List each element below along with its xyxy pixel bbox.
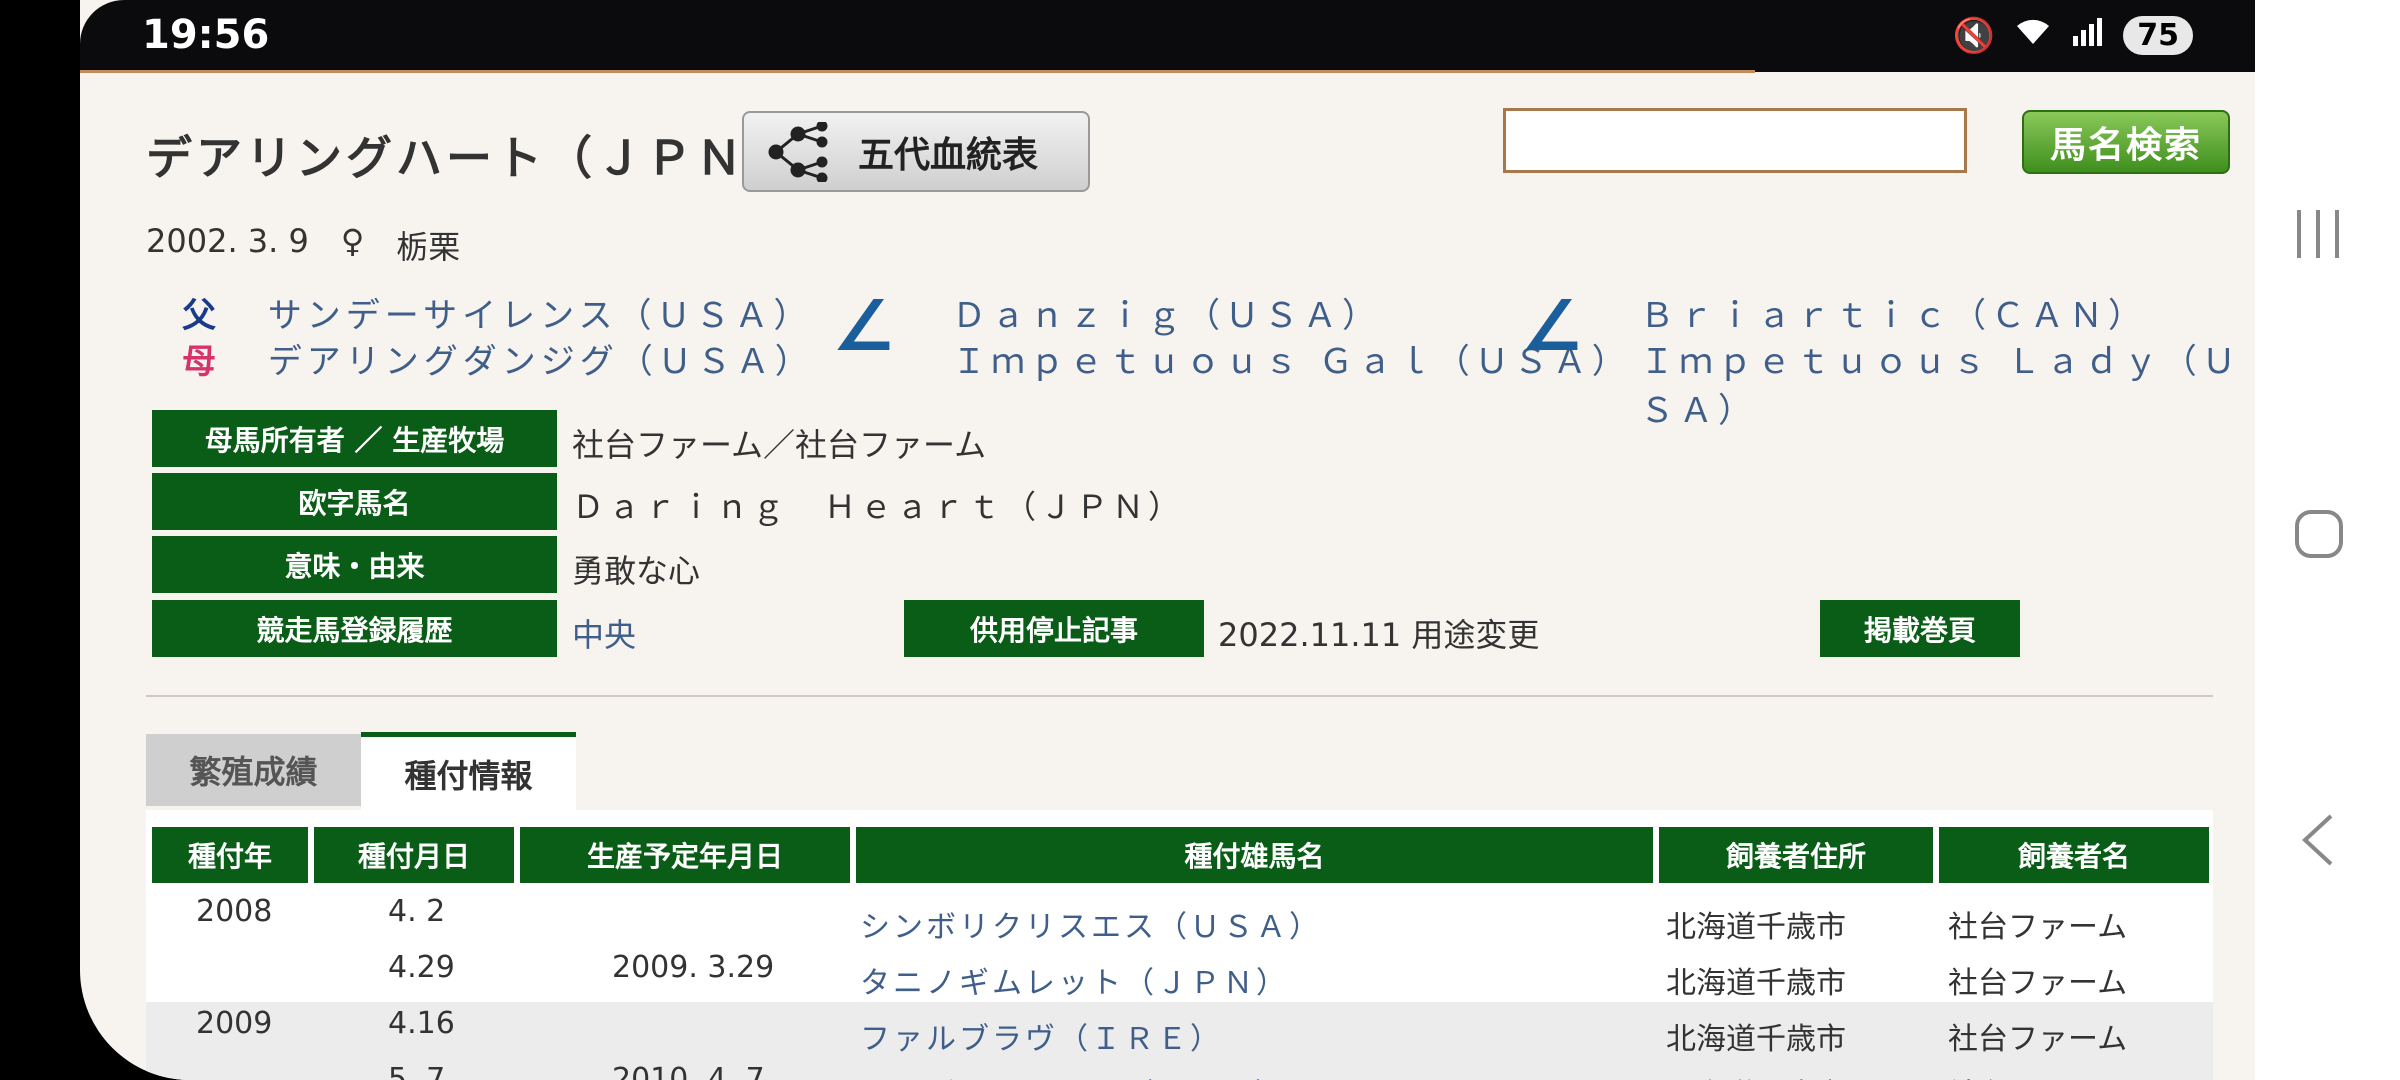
cell-stallion-link[interactable]: キングカメハメハ（ＪＰＮ）	[860, 1070, 1288, 1080]
coat-color: 栃栗	[396, 228, 461, 266]
birth-date: 2002. 3. 9	[146, 222, 309, 260]
battery-icon: 75	[2123, 16, 2193, 55]
cell-year: 2009	[196, 1006, 273, 1041]
column-header-address: 飼養者住所	[1659, 827, 1933, 883]
system-navigation-bar	[2255, 0, 2400, 1080]
roman-name-label: 欧字馬名	[152, 473, 557, 530]
cell-year: 2008	[196, 894, 273, 929]
dam-label: 母	[182, 342, 221, 382]
status-bar: 19:56 🔇 75	[80, 0, 2255, 72]
cell-owner: 社台ファーム	[1948, 910, 2128, 945]
pedigree-bracket-icon: ∠	[1520, 285, 1583, 367]
cell-owner: 社台ファーム	[1948, 966, 2128, 1001]
status-time: 19:56	[142, 12, 270, 58]
cell-address: 北海道千歳市	[1666, 1070, 1846, 1080]
sex-symbol: ♀	[340, 222, 365, 260]
roman-name-value: Ｄａｒｉｎｇ Ｈｅａｒｔ（ＪＰＮ）	[572, 488, 1185, 526]
page-reference-label: 掲載巻頁	[1820, 600, 2020, 657]
cell-stallion-link[interactable]: シンボリクリスエス（ＵＳＡ）	[860, 902, 1322, 946]
cell-date: 4.16	[388, 1006, 455, 1041]
cell-date: 5. 7	[388, 1062, 446, 1080]
column-header-owner: 飼養者名	[1939, 827, 2209, 883]
dam-link[interactable]: デアリングダンジグ（ＵＳＡ）	[268, 342, 814, 382]
dam-sire-link[interactable]: Ｄａｎｚｉｇ（ＵＳＡ）	[952, 288, 1381, 337]
cell-address: 北海道千歳市	[1666, 1022, 1846, 1057]
recent-apps-icon[interactable]	[2293, 208, 2343, 260]
wifi-icon	[2013, 14, 2053, 57]
race-registration-link[interactable]: 中央	[572, 610, 636, 656]
signal-icon	[2071, 14, 2105, 57]
retirement-label: 供用停止記事	[904, 600, 1204, 657]
column-header-date: 種付月日	[314, 827, 514, 883]
status-icons: 🔇 75	[1953, 14, 2193, 57]
owner-label: 母馬所有者 ／ 生産牧場	[152, 410, 557, 467]
page-load-progress	[80, 70, 1755, 73]
pedigree-bracket-icon: ∠	[832, 285, 895, 367]
table-row: 2009 4.16 ファルブラヴ（ＩＲＥ） 北海道千歳市 社台ファーム	[146, 1002, 2213, 1058]
mating-table: 種付年 種付月日 生産予定年月日 種付雄馬名 飼養者住所 飼養者名 2008 4…	[146, 810, 2213, 1080]
owner-value: 社台ファーム／社台ファーム	[572, 426, 987, 464]
mute-icon: 🔇	[1952, 15, 1996, 56]
birth-info: 2002. 3. 9 ♀ 栃栗	[146, 222, 460, 268]
pedigree-tree-icon	[768, 121, 828, 182]
retirement-value: 2022.11.11 用途変更	[1218, 616, 1540, 654]
column-header-year: 種付年	[152, 827, 308, 883]
cell-address: 北海道千歳市	[1666, 966, 1846, 1001]
table-row: 4.29 2009. 3.29 タニノギムレット（ＪＰＮ） 北海道千歳市 社台フ…	[146, 946, 2213, 1002]
five-generation-pedigree-button[interactable]: 五代血統表	[742, 111, 1090, 192]
cell-address: 北海道千歳市	[1666, 910, 1846, 945]
horse-name-search-input[interactable]	[1503, 108, 1967, 173]
sire-row: 父 サンデーサイレンス（ＵＳＡ）	[182, 288, 812, 337]
race-registration-label: 競走馬登録履歴	[152, 600, 557, 657]
sire-link[interactable]: サンデーサイレンス（ＵＳＡ）	[268, 296, 813, 336]
table-row: 5. 7 2010. 4. 7 キングカメハメハ（ＪＰＮ） 北海道千歳市 社台フ…	[146, 1058, 2213, 1080]
meaning-label: 意味・由来	[152, 536, 557, 593]
tab-mating-info[interactable]: 種付情報	[361, 732, 576, 810]
cell-owner: 社台ファーム	[1948, 1022, 2128, 1057]
cell-stallion-link[interactable]: タニノギムレット（ＪＰＮ）	[860, 958, 1289, 1002]
tab-breeding-results[interactable]: 繁殖成績	[146, 734, 361, 806]
column-header-due-date: 生産予定年月日	[520, 827, 850, 883]
cell-date: 4. 2	[388, 894, 446, 929]
dam-dam-dam-link[interactable]: Ｉｍｐｅｔｕｏｕｓ Ｌａｄｙ（ＵＳＡ）	[1640, 334, 2255, 432]
pedigree-button-label: 五代血統表	[858, 134, 1039, 176]
section-divider	[146, 695, 2213, 697]
cell-date: 4.29	[388, 950, 455, 985]
table-row: 2008 4. 2 シンボリクリスエス（ＵＳＡ） 北海道千歳市 社台ファーム	[146, 890, 2213, 946]
cell-due-date: 2009. 3.29	[612, 950, 775, 985]
cell-due-date: 2010. 4. 7	[612, 1062, 765, 1080]
column-header-stallion: 種付雄馬名	[856, 827, 1653, 883]
dam-row: 母 デアリングダンジグ（ＵＳＡ）	[182, 334, 814, 383]
page-title: デアリングハート（ＪＰＮ）	[146, 131, 796, 185]
sire-label: 父	[182, 296, 221, 336]
horse-name-search-button[interactable]: 馬名検索	[2022, 110, 2230, 174]
home-icon[interactable]	[2293, 508, 2345, 560]
cell-stallion-link[interactable]: ファルブラヴ（ＩＲＥ）	[860, 1014, 1223, 1058]
meaning-value: 勇敢な心	[572, 552, 701, 590]
browser-screen: 19:56 🔇 75 デアリングハート（ＪＰＮ） 五代血統表 馬名検索 2002…	[80, 0, 2255, 1080]
dam-dam-sire-link[interactable]: Ｂｒｉａｒｔｉｃ（ＣＡＮ）	[1640, 288, 2147, 337]
back-icon[interactable]	[2297, 812, 2337, 868]
cell-owner: 社台ファーム	[1948, 1070, 2127, 1080]
